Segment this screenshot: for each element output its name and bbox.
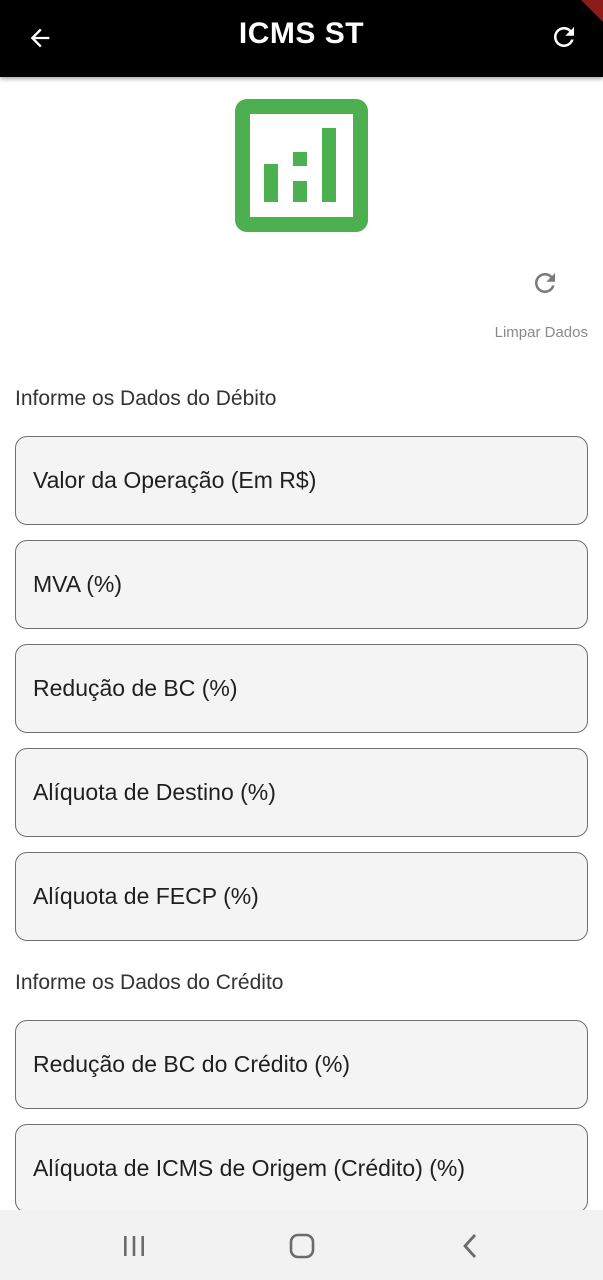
bar-chart-box-icon [235,99,368,232]
recent-apps-button[interactable] [114,1226,154,1266]
refresh-icon [554,27,574,47]
mva-field[interactable]: MVA (%) [15,540,588,629]
field-label: Alíquota de Destino (%) [33,779,276,805]
operation-value-field[interactable]: Valor da Operação (Em R$) [15,436,588,525]
field-label: Alíquota de ICMS de Origem (Crédito) (%) [33,1155,466,1181]
bc-reduction-field[interactable]: Redução de BC (%) [15,644,588,733]
system-nav-bar [0,1210,603,1280]
home-button[interactable] [282,1226,322,1266]
fecp-rate-field[interactable]: Alíquota de FECP (%) [15,852,588,941]
refresh-icon [535,273,555,293]
nav-back-button[interactable] [451,1226,491,1266]
refresh-button[interactable] [543,16,585,58]
field-label: Alíquota de FECP (%) [33,883,259,909]
clear-data-label: Limpar Dados [494,324,588,341]
field-label: Valor da Operação (Em R$) [33,467,317,493]
credit-bc-reduction-field[interactable]: Redução de BC do Crédito (%) [15,1020,588,1109]
nav-back-icon [463,1234,477,1258]
debit-section-title: Informe os Dados do Débito [15,387,277,410]
app-logo [235,99,368,232]
app-bar: ICMS ST [0,0,603,77]
page-title: ICMS ST [238,17,365,50]
clear-data-button[interactable]: Limpar Dados [468,262,588,348]
field-label: Redução de BC (%) [33,675,238,701]
recent-apps-icon [124,1236,144,1256]
debug-banner [581,0,603,22]
origin-icms-rate-field[interactable]: Alíquota de ICMS de Origem (Crédito) (%) [15,1124,588,1213]
field-label: Redução de BC do Crédito (%) [33,1051,351,1077]
home-icon [289,1233,315,1259]
field-label: MVA (%) [33,571,123,597]
credit-section-title: Informe os Dados do Crédito [15,971,284,994]
destination-rate-field[interactable]: Alíquota de Destino (%) [15,748,588,837]
